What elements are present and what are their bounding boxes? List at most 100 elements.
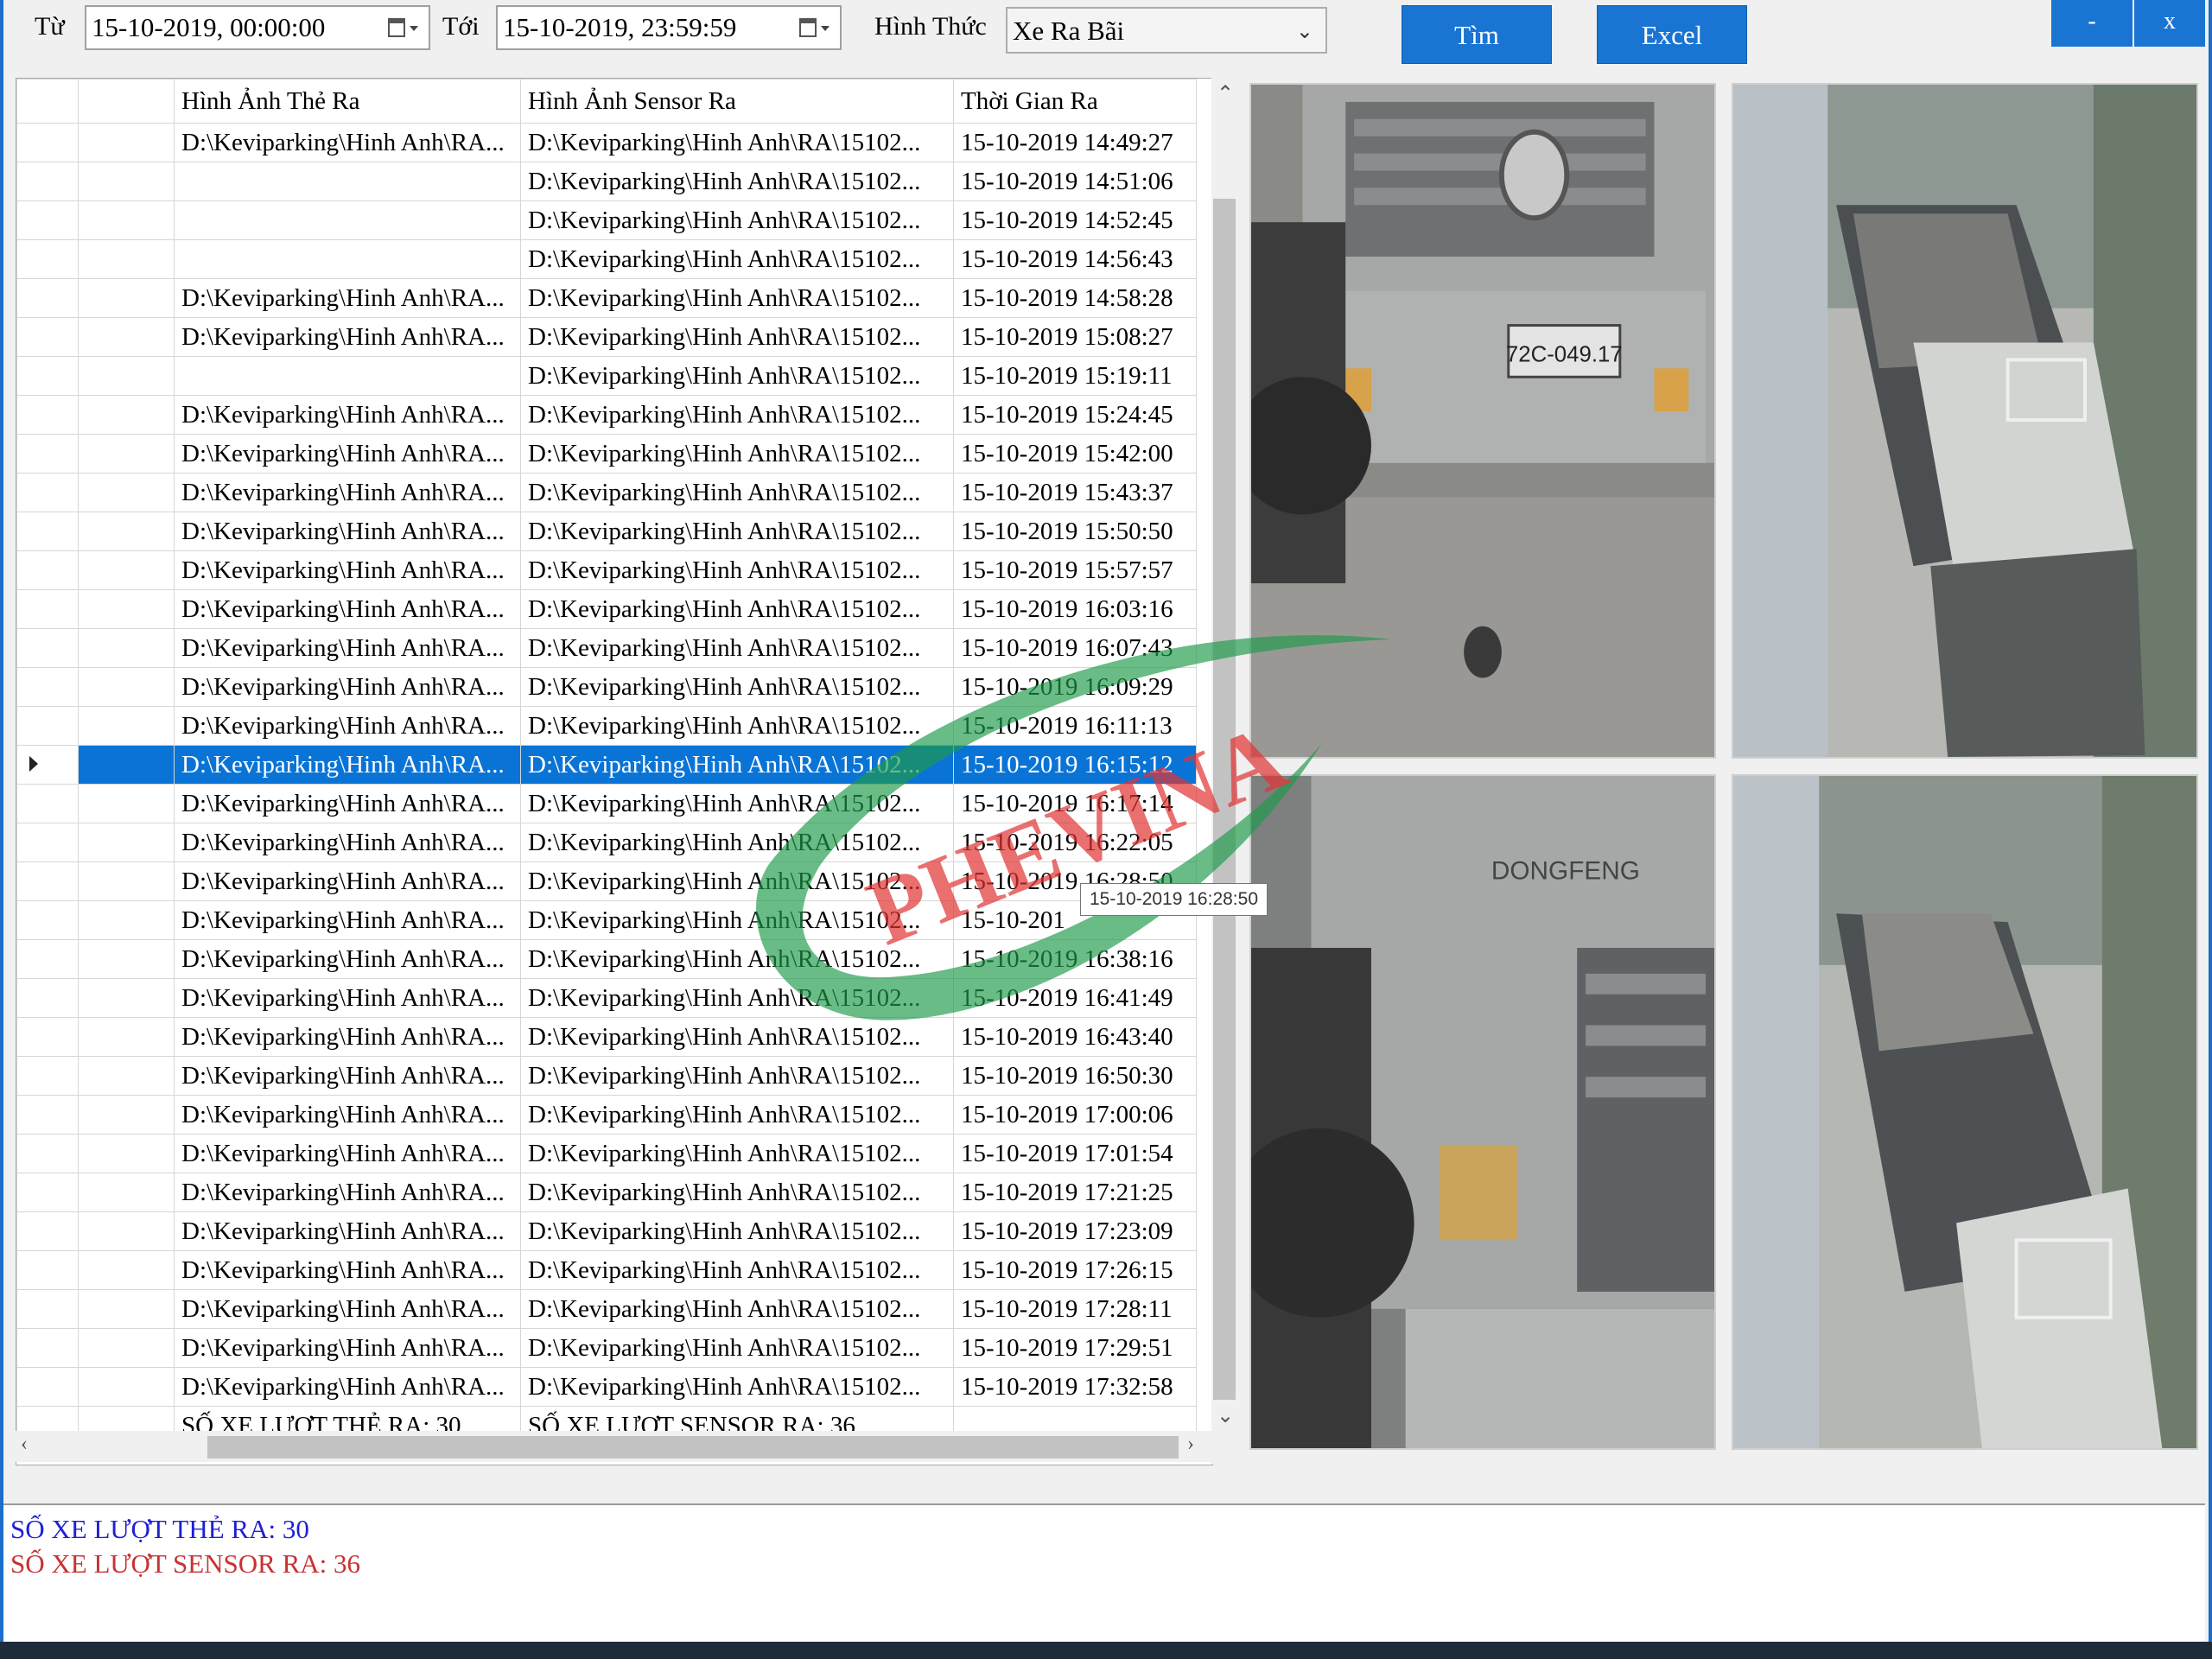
row-header[interactable] bbox=[16, 1173, 79, 1212]
card-image-path-cell[interactable]: D:\Keviparking\Hinh Anh\RA... bbox=[174, 278, 521, 318]
empty-cell[interactable] bbox=[78, 1056, 175, 1096]
sensor-image-path-cell[interactable]: D:\Keviparking\Hinh Anh\RA\15102... bbox=[520, 1173, 954, 1212]
table-row[interactable]: D:\Keviparking\Hinh Anh\RA... D:\Kevipark… bbox=[16, 1095, 1197, 1135]
exit-time-cell[interactable]: 15-10-2019 16:11:13 bbox=[953, 706, 1197, 746]
mode-select[interactable]: Xe Ra Bãi ⌄ bbox=[1006, 7, 1327, 54]
card-image-path-cell[interactable]: D:\Keviparking\Hinh Anh\RA... bbox=[174, 1367, 521, 1407]
card-image-path-cell[interactable]: D:\Keviparking\Hinh Anh\RA... bbox=[174, 1289, 521, 1329]
card-image-path-cell[interactable]: D:\Keviparking\Hinh Anh\RA... bbox=[174, 667, 521, 707]
exit-time-cell[interactable]: 15-10-2019 17:26:15 bbox=[953, 1250, 1197, 1290]
empty-cell[interactable] bbox=[78, 1173, 175, 1212]
exit-time-cell[interactable]: 15-10-2019 17:01:54 bbox=[953, 1134, 1197, 1173]
sensor-image-path-cell[interactable]: D:\Keviparking\Hinh Anh\RA\15102... bbox=[520, 1017, 954, 1057]
card-image-path-cell[interactable]: D:\Keviparking\Hinh Anh\RA... bbox=[174, 123, 521, 162]
sensor-image-path-cell[interactable]: D:\Keviparking\Hinh Anh\RA\15102... bbox=[520, 978, 954, 1018]
sensor-image-path-cell[interactable]: D:\Keviparking\Hinh Anh\RA\15102... bbox=[520, 1211, 954, 1251]
exit-time-cell[interactable]: 15-10-2019 15:42:00 bbox=[953, 434, 1197, 474]
empty-cell[interactable] bbox=[78, 1095, 175, 1135]
table-row[interactable]: D:\Keviparking\Hinh Anh\RA... D:\Kevipark… bbox=[16, 1328, 1197, 1368]
card-image-path-cell[interactable] bbox=[174, 162, 521, 201]
table-row[interactable]: D:\Keviparking\Hinh Anh\RA\15102... 15-10… bbox=[16, 356, 1197, 396]
card-image-path-cell[interactable]: D:\Keviparking\Hinh Anh\RA... bbox=[174, 706, 521, 746]
empty-cell[interactable] bbox=[78, 123, 175, 162]
empty-cell[interactable] bbox=[78, 628, 175, 668]
exit-time-cell[interactable]: 15-10-2019 15:57:57 bbox=[953, 550, 1197, 590]
column-header-card-image[interactable]: Hình Ảnh Thẻ Ra bbox=[174, 79, 521, 124]
sensor-image-path-cell[interactable]: D:\Keviparking\Hinh Anh\RA\15102... bbox=[520, 162, 954, 201]
row-header[interactable] bbox=[16, 861, 79, 901]
row-header[interactable] bbox=[16, 434, 79, 474]
empty-cell[interactable] bbox=[78, 1289, 175, 1329]
exit-time-cell[interactable]: 15-10-2019 15:43:37 bbox=[953, 473, 1197, 512]
exit-time-cell[interactable]: 15-10-2019 17:32:58 bbox=[953, 1367, 1197, 1407]
sensor-image-path-cell[interactable]: D:\Keviparking\Hinh Anh\RA\15102... bbox=[520, 200, 954, 240]
card-image-path-cell[interactable]: D:\Keviparking\Hinh Anh\RA... bbox=[174, 1328, 521, 1368]
table-row[interactable]: D:\Keviparking\Hinh Anh\RA... D:\Kevipark… bbox=[16, 823, 1197, 862]
row-header[interactable] bbox=[16, 1289, 79, 1329]
scroll-left-icon[interactable]: ‹ bbox=[21, 1433, 28, 1456]
row-header[interactable] bbox=[16, 123, 79, 162]
empty-cell[interactable] bbox=[78, 1211, 175, 1251]
exit-time-cell[interactable]: 15-10-2019 16:03:16 bbox=[953, 589, 1197, 629]
card-image-path-cell[interactable]: D:\Keviparking\Hinh Anh\RA... bbox=[174, 1095, 521, 1135]
sensor-image-path-cell[interactable]: D:\Keviparking\Hinh Anh\RA\15102... bbox=[520, 900, 954, 940]
card-image-path-cell[interactable]: D:\Keviparking\Hinh Anh\RA... bbox=[174, 1056, 521, 1096]
table-row[interactable]: D:\Keviparking\Hinh Anh\RA... D:\Kevipark… bbox=[16, 745, 1197, 785]
row-header[interactable] bbox=[16, 1328, 79, 1368]
sensor-image-path-cell[interactable]: D:\Keviparking\Hinh Anh\RA\15102... bbox=[520, 512, 954, 551]
row-header[interactable] bbox=[16, 162, 79, 201]
close-button[interactable]: x bbox=[2134, 0, 2205, 47]
table-row[interactable]: D:\Keviparking\Hinh Anh\RA\15102... 15-10… bbox=[16, 239, 1197, 279]
empty-cell[interactable] bbox=[78, 200, 175, 240]
vertical-scroll-thumb[interactable] bbox=[1213, 199, 1236, 1400]
sensor-image-path-cell[interactable]: D:\Keviparking\Hinh Anh\RA\15102... bbox=[520, 550, 954, 590]
empty-cell[interactable] bbox=[78, 1328, 175, 1368]
empty-cell[interactable] bbox=[78, 434, 175, 474]
exit-time-cell[interactable]: 15-10-2019 16:41:49 bbox=[953, 978, 1197, 1018]
empty-cell[interactable] bbox=[78, 939, 175, 979]
exit-time-cell[interactable]: 15-10-2019 16:38:16 bbox=[953, 939, 1197, 979]
table-row[interactable]: D:\Keviparking\Hinh Anh\RA... D:\Kevipark… bbox=[16, 434, 1197, 474]
table-row[interactable]: D:\Keviparking\Hinh Anh\RA... D:\Kevipark… bbox=[16, 1134, 1197, 1173]
card-image-path-cell[interactable]: D:\Keviparking\Hinh Anh\RA... bbox=[174, 550, 521, 590]
card-image-path-cell[interactable]: D:\Keviparking\Hinh Anh\RA... bbox=[174, 473, 521, 512]
card-image-path-cell[interactable]: D:\Keviparking\Hinh Anh\RA... bbox=[174, 628, 521, 668]
row-header[interactable] bbox=[16, 1017, 79, 1057]
row-header[interactable] bbox=[16, 550, 79, 590]
sensor-image-path-cell[interactable]: D:\Keviparking\Hinh Anh\RA\15102... bbox=[520, 395, 954, 435]
search-button[interactable]: Tìm bbox=[1402, 5, 1552, 64]
scroll-down-icon[interactable]: ⌄ bbox=[1217, 1403, 1234, 1428]
empty-cell[interactable] bbox=[78, 667, 175, 707]
row-header[interactable] bbox=[16, 1056, 79, 1096]
exit-time-cell[interactable]: 15-10-2019 14:58:28 bbox=[953, 278, 1197, 318]
table-row[interactable]: D:\Keviparking\Hinh Anh\RA... D:\Kevipark… bbox=[16, 123, 1197, 162]
table-row[interactable]: D:\Keviparking\Hinh Anh\RA... D:\Kevipark… bbox=[16, 1017, 1197, 1057]
row-header[interactable] bbox=[16, 200, 79, 240]
empty-cell[interactable] bbox=[78, 900, 175, 940]
sensor-image-path-cell[interactable]: D:\Keviparking\Hinh Anh\RA\15102... bbox=[520, 434, 954, 474]
row-header[interactable] bbox=[16, 1250, 79, 1290]
table-row[interactable]: D:\Keviparking\Hinh Anh\RA... D:\Kevipark… bbox=[16, 1289, 1197, 1329]
exit-time-cell[interactable]: 15-10-2019 14:56:43 bbox=[953, 239, 1197, 279]
card-image-path-cell[interactable]: D:\Keviparking\Hinh Anh\RA... bbox=[174, 1211, 521, 1251]
card-image-path-cell[interactable]: D:\Keviparking\Hinh Anh\RA... bbox=[174, 784, 521, 823]
row-header[interactable] bbox=[16, 706, 79, 746]
exit-time-cell[interactable]: 15-10-2019 16:22:05 bbox=[953, 823, 1197, 862]
exit-time-cell[interactable]: 15-10-2019 15:19:11 bbox=[953, 356, 1197, 396]
exit-time-cell[interactable]: 15-10-2019 15:08:27 bbox=[953, 317, 1197, 357]
excel-export-button[interactable]: Excel bbox=[1597, 5, 1747, 64]
table-row[interactable]: D:\Keviparking\Hinh Anh\RA... D:\Kevipark… bbox=[16, 589, 1197, 629]
exit-time-cell[interactable]: 15-10-2019 14:51:06 bbox=[953, 162, 1197, 201]
sensor-image-path-cell[interactable]: D:\Keviparking\Hinh Anh\RA\15102... bbox=[520, 1289, 954, 1329]
table-row[interactable]: D:\Keviparking\Hinh Anh\RA... D:\Kevipark… bbox=[16, 473, 1197, 512]
table-row[interactable]: D:\Keviparking\Hinh Anh\RA... D:\Kevipark… bbox=[16, 278, 1197, 318]
row-header[interactable] bbox=[16, 1095, 79, 1135]
exit-time-cell[interactable]: 15-10-2019 16:43:40 bbox=[953, 1017, 1197, 1057]
sensor-image-path-cell[interactable]: D:\Keviparking\Hinh Anh\RA\15102... bbox=[520, 1250, 954, 1290]
sensor-image-path-cell[interactable]: D:\Keviparking\Hinh Anh\RA\15102... bbox=[520, 667, 954, 707]
sensor-image-path-cell[interactable]: D:\Keviparking\Hinh Anh\RA\15102... bbox=[520, 1134, 954, 1173]
sensor-image-path-cell[interactable]: D:\Keviparking\Hinh Anh\RA\15102... bbox=[520, 1056, 954, 1096]
card-image-path-cell[interactable]: D:\Keviparking\Hinh Anh\RA... bbox=[174, 978, 521, 1018]
row-header[interactable] bbox=[16, 356, 79, 396]
table-row[interactable]: D:\Keviparking\Hinh Anh\RA... D:\Kevipark… bbox=[16, 628, 1197, 668]
